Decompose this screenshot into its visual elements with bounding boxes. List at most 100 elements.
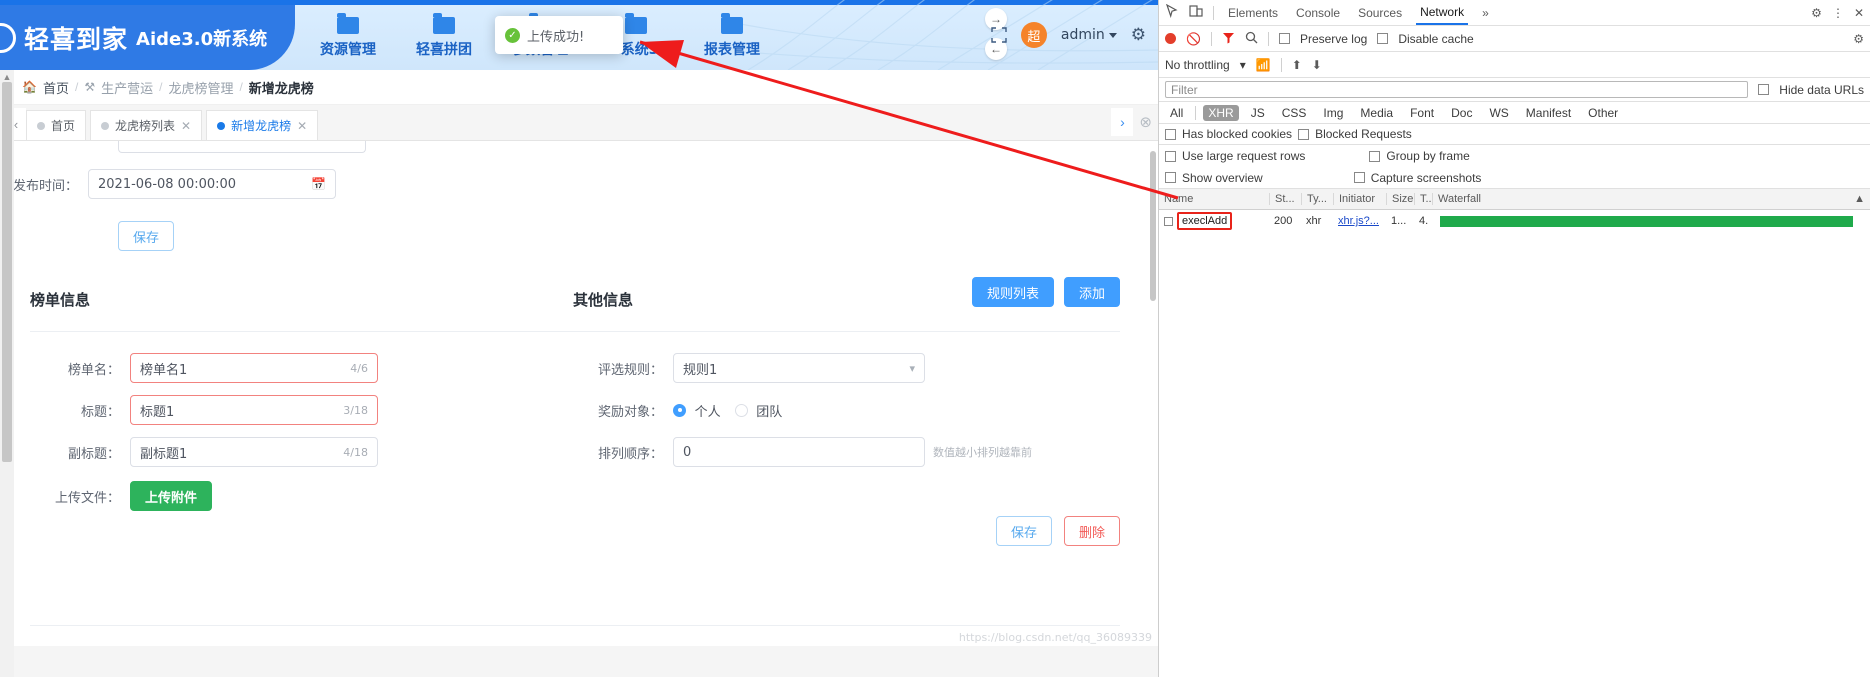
column-time[interactable]: T...	[1414, 193, 1432, 205]
column-waterfall[interactable]: Waterfall	[1438, 193, 1481, 205]
nav-item-group[interactable]: 轻喜拼团	[396, 12, 492, 59]
preserve-log-checkbox[interactable]	[1278, 33, 1290, 44]
nav-item-report[interactable]: 报表管理	[684, 12, 780, 59]
filter-icon[interactable]	[1222, 31, 1235, 47]
type-filter-doc[interactable]: Doc	[1446, 105, 1477, 121]
breadcrumb-home[interactable]: 首页	[43, 78, 69, 97]
type-filter-font[interactable]: Font	[1405, 105, 1439, 121]
rule-row: 评选规则： 规则1 ▾	[573, 353, 1093, 383]
type-filter-media[interactable]: Media	[1355, 105, 1398, 121]
breadcrumb-item-2[interactable]: 龙虎榜管理	[168, 78, 233, 97]
devtools-kebab-menu-icon[interactable]: ⋮	[1832, 6, 1844, 20]
clear-icon[interactable]: 🚫	[1186, 32, 1201, 46]
throttling-select[interactable]: No throttling	[1165, 58, 1230, 72]
title-input[interactable]: 标题1 3/18	[130, 395, 378, 425]
radio-individual-input[interactable]	[673, 403, 686, 417]
publish-time-input[interactable]: 2021-06-08 00:00:00 📅	[88, 169, 336, 199]
calendar-icon[interactable]: 📅	[311, 177, 326, 191]
column-size[interactable]: Size	[1386, 193, 1414, 205]
chevron-down-icon[interactable]: ▾	[1240, 58, 1246, 72]
page-scrollbar[interactable]: ▲	[0, 70, 14, 677]
column-initiator[interactable]: Initiator	[1333, 193, 1386, 205]
group-by-frame-checkbox[interactable]	[1369, 150, 1381, 162]
type-filter-ws[interactable]: WS	[1484, 105, 1513, 121]
user-menu[interactable]: admin	[1061, 27, 1117, 43]
devtools-tab-console[interactable]: Console	[1292, 6, 1344, 20]
network-toolbar: 🚫 Preserve log Disable cache ⚙	[1159, 26, 1870, 52]
device-toolbar-icon[interactable]	[1189, 4, 1203, 21]
column-type[interactable]: Ty...	[1301, 193, 1333, 205]
breadcrumb-separator: /	[159, 80, 163, 94]
has-blocked-cookies-checkbox[interactable]	[1165, 128, 1176, 140]
use-large-request-rows-checkbox[interactable]	[1165, 150, 1176, 162]
tab-close-icon[interactable]: ✕	[181, 119, 191, 133]
nav-item-resource[interactable]: 资源管理	[300, 12, 396, 59]
row-select-checkbox[interactable]	[1164, 216, 1173, 226]
type-filter-js[interactable]: JS	[1246, 105, 1270, 121]
tab-list[interactable]: 龙虎榜列表 ✕	[90, 110, 203, 140]
rule-list-button[interactable]: 规则列表	[971, 277, 1054, 307]
type-filter-other[interactable]: Other	[1583, 105, 1623, 121]
devtools-settings-gear-icon[interactable]: ⚙	[1811, 6, 1822, 20]
devtools-close-icon[interactable]: ✕	[1854, 6, 1864, 20]
capture-screenshots-checkbox[interactable]	[1353, 172, 1365, 183]
app-logo[interactable]: 轻喜到家 Aide3.0新系统	[0, 5, 295, 70]
search-icon[interactable]	[1245, 31, 1258, 47]
order-value: 0	[683, 444, 692, 460]
radio-team-input[interactable]	[734, 403, 748, 417]
column-status[interactable]: St...	[1269, 193, 1301, 205]
hide-data-urls-checkbox[interactable]	[1758, 84, 1770, 95]
save-button-top[interactable]: 保存	[118, 221, 175, 251]
breadcrumb-item-1[interactable]: 生产营运	[101, 78, 153, 97]
content-scrollbar[interactable]	[1150, 141, 1156, 646]
request-initiator[interactable]: xhr.js?...	[1333, 215, 1386, 227]
fullscreen-icon[interactable]	[991, 27, 1007, 43]
filter-input[interactable]: Filter	[1165, 81, 1749, 98]
inspect-icon[interactable]	[1165, 3, 1179, 21]
column-name[interactable]: Name	[1159, 193, 1269, 205]
devtools-more-tabs-icon[interactable]: »	[1478, 6, 1493, 20]
devtools-tab-network[interactable]: Network	[1416, 1, 1469, 25]
tab-add[interactable]: 新增龙虎榜 ✕	[206, 110, 319, 140]
tab-home[interactable]: 首页	[26, 110, 87, 140]
page-scrollbar-thumb[interactable]	[2, 82, 12, 462]
subtitle-input[interactable]: 副标题1 4/18	[130, 437, 378, 467]
devtools-tab-elements[interactable]: Elements	[1224, 6, 1282, 20]
tab-scroll-next-icon[interactable]: ›	[1111, 108, 1134, 136]
record-icon[interactable]	[1165, 33, 1176, 44]
network-settings-gear-icon[interactable]: ⚙	[1853, 32, 1864, 46]
type-filter-all[interactable]: All	[1165, 105, 1188, 121]
radio-individual[interactable]: 个人	[673, 401, 735, 420]
table-row[interactable]: execlAdd 200 xhr xhr.js?... 1... 4.	[1159, 210, 1870, 232]
add-button[interactable]: 添加	[1063, 277, 1120, 307]
request-name[interactable]: execlAdd	[1177, 212, 1233, 230]
export-har-icon[interactable]: ⬇	[1312, 58, 1322, 72]
save-button-bottom[interactable]: 保存	[995, 516, 1052, 546]
devtools-tab-sources[interactable]: Sources	[1354, 6, 1406, 20]
radio-team[interactable]: 团队	[734, 401, 797, 420]
import-har-icon[interactable]: ⬆	[1292, 58, 1302, 72]
rule-select[interactable]: 规则1 ▾	[673, 353, 925, 383]
type-filter-manifest[interactable]: Manifest	[1521, 105, 1576, 121]
show-overview-checkbox[interactable]	[1165, 172, 1176, 183]
chevron-down-icon[interactable]: ▾	[909, 362, 915, 375]
type-filter-css[interactable]: CSS	[1277, 105, 1312, 121]
tab-close-icon[interactable]: ✕	[297, 119, 307, 133]
disable-cache-checkbox[interactable]	[1377, 33, 1389, 44]
type-filter-xhr[interactable]: XHR	[1203, 104, 1239, 121]
scrollbar-thumb[interactable]	[1150, 151, 1156, 301]
network-conditions-icon[interactable]: 📶	[1256, 58, 1271, 72]
settings-gear-icon[interactable]: ⚙	[1131, 25, 1146, 45]
list-name-input[interactable]: 榜单名1 4/6	[130, 353, 378, 383]
upload-attachment-button[interactable]: 上传附件	[130, 481, 213, 511]
blocked-requests-checkbox[interactable]	[1298, 128, 1310, 140]
partial-input-above[interactable]	[118, 141, 366, 153]
delete-button[interactable]: 删除	[1063, 516, 1120, 546]
avatar[interactable]: 超	[1020, 22, 1047, 48]
order-input[interactable]: 0	[673, 437, 925, 467]
scroll-up-icon[interactable]: ▲	[2, 72, 12, 82]
tab-close-all-icon[interactable]: ⊗	[1139, 113, 1152, 131]
sort-ascending-icon[interactable]: ▲	[1854, 193, 1870, 205]
type-filter-img[interactable]: Img	[1318, 105, 1348, 121]
radio-individual-label: 个人	[694, 404, 721, 420]
